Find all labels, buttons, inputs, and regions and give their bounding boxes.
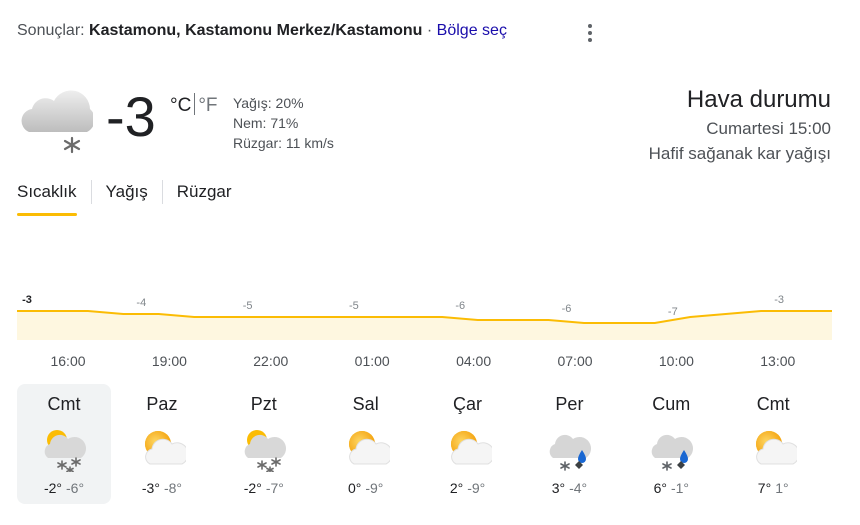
daily-forecast: Cmt -2° -6° Paz -3° -8° Pzt -2° -7° Sal 0° -9° Çar 2°… [17, 384, 832, 504]
day-high: 2° [449, 480, 464, 496]
day-low: -6° [66, 480, 85, 496]
weather-datetime: Cumartesi 15:00 [706, 119, 831, 138]
partly-cloudy-icon [144, 431, 186, 465]
day-low: -9° [467, 480, 486, 496]
day-temperatures: 0° -9° [315, 480, 417, 496]
unit-celsius[interactable]: °C [170, 95, 191, 116]
unit-fahrenheit[interactable]: °F [198, 95, 217, 116]
time-tick-label: 13:00 [760, 353, 796, 369]
day-forecast-1[interactable]: Paz -3° -8° [111, 384, 213, 504]
day-temperatures: 2° -9° [417, 480, 519, 496]
day-high: -2° [243, 480, 262, 496]
day-temperatures: -2° -6° [17, 480, 111, 496]
day-temperatures: -3° -8° [111, 480, 213, 496]
day-low: -1° [670, 480, 690, 496]
day-high: 3° [551, 480, 566, 496]
day-high: -3° [141, 480, 160, 496]
temperature-chart: -3 -4 -5 -5 -6 -6 -7 -3 [17, 294, 832, 340]
day-low: -4° [569, 480, 588, 496]
partly-cloudy-icon [348, 431, 390, 465]
day-forecast-3[interactable]: Sal 0° -9° [315, 384, 417, 504]
precipitation-text: Yağış: 20% [233, 95, 304, 111]
day-name: Paz [146, 394, 178, 414]
time-tick-label: 16:00 [50, 353, 86, 369]
cloud-sleet-icon [652, 434, 694, 471]
humidity-text: Nem: 71% [233, 115, 299, 131]
temperature-label: -5 [243, 300, 253, 312]
cloud-sleet-icon [550, 434, 592, 471]
day-name: Cmt [47, 394, 81, 414]
day-high: 7° [757, 480, 772, 496]
temperature-label: -6 [562, 303, 572, 315]
day-high: -2° [43, 480, 62, 496]
day-low: -8° [163, 480, 182, 496]
tab-wind[interactable]: Rüzgar [177, 180, 232, 216]
time-tick-label: 01:00 [354, 353, 390, 369]
temperature-label: -3 [22, 294, 32, 306]
day-temperatures: -2° -7° [213, 480, 315, 496]
region-select-link[interactable]: Bölge seç [437, 22, 507, 39]
tab-precipitation[interactable]: Yağış [106, 180, 148, 216]
time-tick-label: 22:00 [253, 353, 289, 369]
tab-temperature[interactable]: Sıcaklık [17, 180, 77, 216]
day-forecast-5[interactable]: Per 3° -4° [519, 384, 621, 504]
weather-summary: Hava durumu Cumartesi 15:00 Hafif sağana… [649, 84, 831, 166]
day-name: Cum [652, 394, 691, 414]
partly-cloudy-icon [450, 431, 492, 465]
partly-cloudy-snow-icon [44, 430, 87, 472]
unit-divider [194, 93, 196, 115]
current-temperature: -3 [106, 85, 156, 148]
results-header: Sonuçlar: Kastamonu, Kastamonu Merkez/Ka… [17, 22, 507, 40]
time-tick-label: 19:00 [151, 353, 187, 369]
day-forecast-7[interactable]: Cmt 7° 1° [722, 384, 824, 504]
wind-text: Rüzgar: 11 km/s [233, 135, 334, 151]
location-name: Kastamonu, Kastamonu Merkez/Kastamonu [89, 22, 423, 39]
day-name: Sal [352, 394, 379, 414]
temperature-label: -5 [349, 300, 359, 312]
time-tick-label: 10:00 [658, 353, 694, 369]
temperature-label: -7 [668, 306, 678, 318]
day-name: Cmt [756, 394, 790, 414]
more-vert-icon[interactable] [583, 22, 597, 44]
day-temperatures: 6° -1° [620, 480, 722, 496]
time-tick-label: 07:00 [557, 353, 593, 369]
temperature-label: -4 [136, 297, 146, 309]
weather-title: Hava durumu [686, 86, 831, 113]
day-name: Çar [453, 394, 483, 414]
unit-switch: °C °F [170, 93, 218, 117]
day-low: -9° [365, 480, 384, 496]
header-separator: · [422, 22, 437, 39]
day-high: 6° [653, 480, 667, 496]
day-forecast-0[interactable]: Cmt -2° -6° [17, 384, 111, 504]
day-temperatures: 7° 1° [722, 480, 824, 496]
temperature-label: -3 [774, 294, 784, 306]
tab-divider [90, 180, 92, 204]
day-temperatures: 3° -4° [519, 480, 621, 496]
day-name: Pzt [250, 394, 277, 414]
weather-details: Yağış: 20% Nem: 71% Rüzgar: 11 km/s [233, 93, 334, 153]
day-high: 0° [347, 480, 362, 496]
day-name: Per [555, 394, 584, 414]
tab-divider [161, 180, 163, 204]
weather-tabs: Sıcaklık Yağış Rüzgar [17, 180, 232, 216]
results-prefix: Sonuçlar: [17, 22, 90, 39]
weather-condition: Hafif sağanak kar yağışı [648, 144, 831, 163]
partly-cloudy-icon [756, 431, 798, 465]
time-tick-label: 04:00 [456, 353, 492, 369]
day-low: -7° [265, 480, 284, 496]
temperature-label: -6 [455, 300, 465, 312]
day-forecast-4[interactable]: Çar 2° -9° [417, 384, 519, 504]
cloud-snow-icon [21, 90, 93, 154]
day-forecast-6[interactable]: Cum 6° -1° [620, 384, 722, 504]
day-low: 1° [775, 480, 789, 496]
day-forecast-2[interactable]: Pzt -2° -7° [213, 384, 315, 504]
time-axis: 16:00 19:00 22:00 01:00 04:00 07:00 10:00 13:00 [17, 353, 832, 373]
partly-cloudy-snow-icon [244, 430, 286, 472]
